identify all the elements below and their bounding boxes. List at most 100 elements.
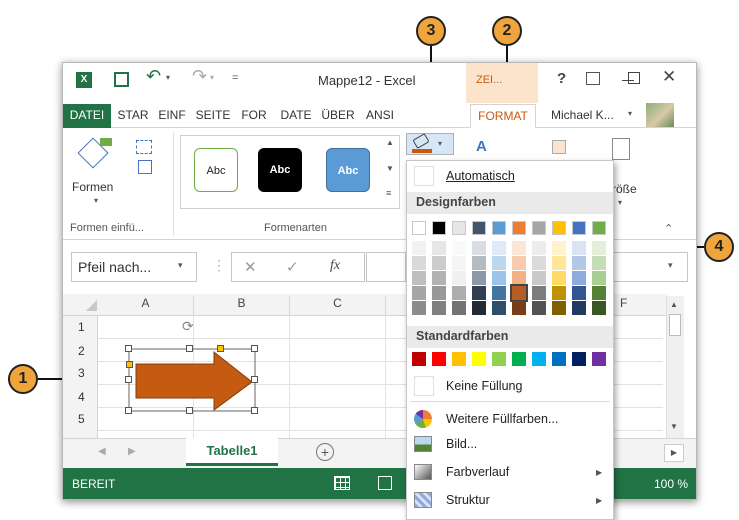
theme-color-swatch[interactable] <box>512 221 526 235</box>
theme-shade-swatch[interactable] <box>592 256 606 270</box>
undo-icon[interactable]: ↶ <box>146 66 161 87</box>
theme-shade-swatch[interactable] <box>532 286 546 300</box>
sizing-handle[interactable] <box>186 345 193 352</box>
undo-dropdown-icon[interactable]: ▾ <box>166 73 170 82</box>
theme-shade-swatch[interactable] <box>432 256 446 270</box>
theme-shade-swatch[interactable] <box>552 256 566 270</box>
theme-shade-swatch[interactable] <box>512 271 526 285</box>
insert-function-icon[interactable]: fx <box>330 258 340 274</box>
tab-daten[interactable]: DATE <box>276 104 316 128</box>
user-name[interactable]: Michael K... <box>551 108 614 122</box>
style-sample-blue[interactable]: Abc <box>326 148 370 192</box>
customize-qat-icon[interactable]: = <box>232 72 238 84</box>
close-icon[interactable]: ✕ <box>662 67 676 87</box>
gallery-scroll-down-icon[interactable]: ▼ <box>386 164 394 173</box>
theme-shade-swatch[interactable] <box>472 271 486 285</box>
theme-color-swatch[interactable] <box>432 221 446 235</box>
theme-shade-swatch[interactable] <box>572 286 586 300</box>
theme-color-swatch[interactable] <box>592 221 606 235</box>
standard-color-swatch[interactable] <box>472 352 486 366</box>
theme-shade-swatch[interactable] <box>552 271 566 285</box>
theme-shade-swatch[interactable] <box>592 301 606 315</box>
avatar[interactable] <box>646 103 674 127</box>
theme-shade-swatch[interactable] <box>532 241 546 255</box>
menu-item-picture[interactable]: Bild... <box>446 432 606 456</box>
sizing-handle[interactable] <box>125 345 132 352</box>
theme-shade-swatch[interactable] <box>512 301 526 315</box>
column-header-c[interactable]: C <box>290 296 386 316</box>
theme-shade-swatch[interactable] <box>512 241 526 255</box>
shape-fill-dropdown-icon[interactable]: ▾ <box>438 139 442 148</box>
theme-shade-swatch[interactable] <box>452 286 466 300</box>
sheet-next-icon[interactable]: ▶ <box>128 446 136 457</box>
theme-color-swatch[interactable] <box>472 221 486 235</box>
theme-shade-swatch[interactable] <box>432 241 446 255</box>
formula-input[interactable] <box>366 252 406 282</box>
theme-shade-swatch[interactable] <box>572 241 586 255</box>
enter-icon[interactable]: ✓ <box>286 258 299 276</box>
theme-shade-swatch[interactable] <box>592 271 606 285</box>
tab-formeln[interactable]: FOR <box>236 104 272 128</box>
standard-color-swatch[interactable] <box>492 352 506 366</box>
theme-shade-swatch[interactable] <box>452 241 466 255</box>
menu-item-gradient[interactable]: Farbverlauf <box>446 460 586 484</box>
theme-shade-swatch[interactable] <box>512 256 526 270</box>
user-dropdown-icon[interactable]: ▾ <box>628 109 632 118</box>
theme-shade-swatch[interactable] <box>432 286 446 300</box>
standard-color-swatch[interactable] <box>432 352 446 366</box>
theme-shade-swatch[interactable] <box>472 241 486 255</box>
size-label[interactable]: röße <box>612 182 637 196</box>
menu-item-more-colors[interactable]: Weitere Füllfarben... <box>446 407 606 431</box>
sizing-handle[interactable] <box>251 345 258 352</box>
standard-color-swatch[interactable] <box>572 352 586 366</box>
page-layout-view-icon[interactable] <box>378 476 392 490</box>
tab-format[interactable]: FORMAT <box>470 104 536 128</box>
edit-shape-icon[interactable] <box>136 140 152 154</box>
theme-shade-swatch[interactable] <box>492 271 506 285</box>
theme-color-swatch[interactable] <box>552 221 566 235</box>
cancel-icon[interactable]: ✕ <box>244 258 257 276</box>
standard-color-swatch[interactable] <box>412 352 426 366</box>
theme-shade-swatch[interactable] <box>592 241 606 255</box>
scroll-thumb[interactable] <box>669 314 681 336</box>
column-header-f[interactable]: F <box>620 296 640 316</box>
theme-shade-swatch[interactable] <box>432 301 446 315</box>
row-header-5[interactable]: 5 <box>78 412 85 426</box>
row-header-2[interactable]: 2 <box>78 344 85 358</box>
theme-shade-swatch[interactable] <box>492 241 506 255</box>
theme-shade-swatch[interactable] <box>552 286 566 300</box>
row-header-1[interactable]: 1 <box>78 320 85 334</box>
zoom-level[interactable]: 100 % <box>654 477 688 491</box>
theme-shade-swatch[interactable] <box>472 301 486 315</box>
column-header-b[interactable]: B <box>194 296 290 316</box>
sheet-prev-icon[interactable]: ◀ <box>98 446 106 457</box>
theme-shade-swatch[interactable] <box>592 286 606 300</box>
theme-shade-swatch[interactable] <box>572 256 586 270</box>
sizing-handle[interactable] <box>251 376 258 383</box>
ribbon-display-icon[interactable] <box>586 72 600 85</box>
theme-shade-swatch[interactable] <box>472 286 486 300</box>
tab-seitenlayout[interactable]: SEITE <box>192 104 234 128</box>
shapes-label[interactable]: Formen <box>72 180 113 194</box>
style-sample-white[interactable]: Abc <box>194 148 238 192</box>
adjustment-handle[interactable] <box>217 345 224 352</box>
sizing-handle[interactable] <box>186 407 193 414</box>
standard-color-swatch[interactable] <box>452 352 466 366</box>
theme-shade-swatch[interactable] <box>552 301 566 315</box>
adjustment-handle[interactable] <box>126 361 133 368</box>
size-dropdown-icon[interactable]: ▾ <box>618 198 622 207</box>
theme-shade-swatch[interactable] <box>412 301 426 315</box>
gallery-scroll-up-icon[interactable]: ▲ <box>386 138 394 147</box>
tab-datei[interactable]: DATEI <box>63 104 111 128</box>
theme-shade-swatch[interactable] <box>492 256 506 270</box>
redo-dropdown-icon[interactable]: ▾ <box>210 73 214 82</box>
sizing-handle[interactable] <box>251 407 258 414</box>
theme-shade-swatch[interactable] <box>492 301 506 315</box>
text-fill-icon[interactable]: A <box>476 138 487 155</box>
hscroll-right-icon[interactable]: ▶ <box>664 444 684 462</box>
normal-view-icon[interactable] <box>334 476 350 490</box>
theme-color-swatch[interactable] <box>572 221 586 235</box>
theme-shade-swatch[interactable] <box>412 256 426 270</box>
gallery-more-icon[interactable]: ≡ <box>386 188 391 198</box>
select-all-corner[interactable] <box>86 300 97 311</box>
